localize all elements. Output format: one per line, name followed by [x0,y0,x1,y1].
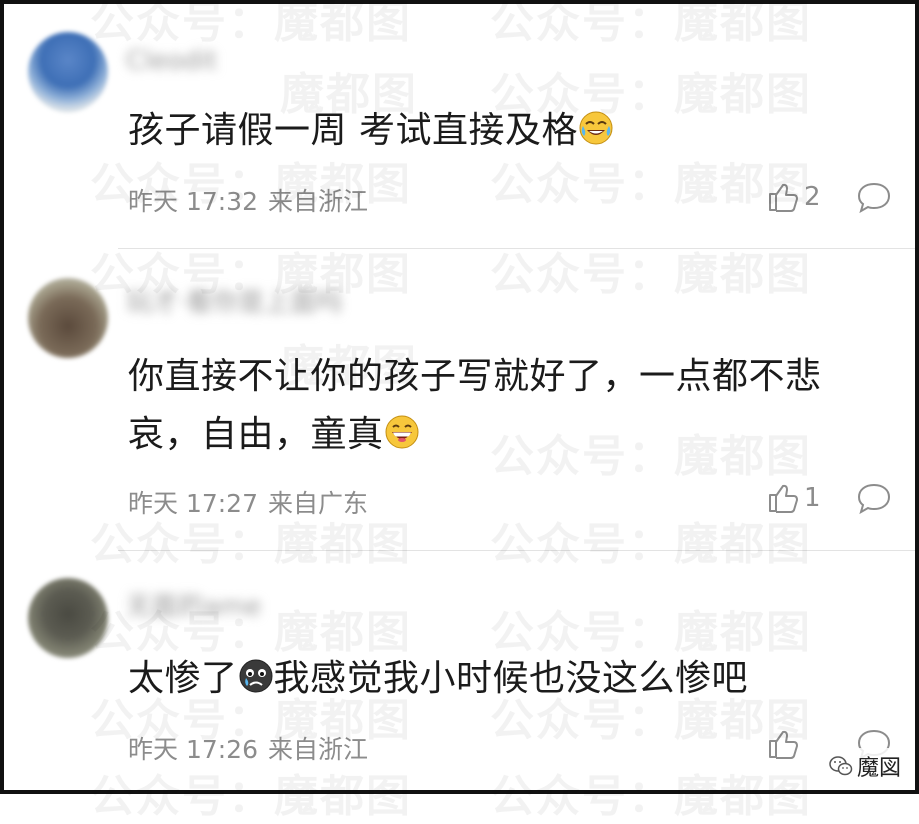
comment-text-line-2: 哀，自由，童真 [128,406,822,468]
comment-text-line-2-body: 哀，自由，童真 [128,414,384,455]
grin-emoji [384,410,420,468]
laugh-cry-emoji [578,106,614,164]
avatar[interactable] [28,278,108,358]
username[interactable]: Cleodit [126,42,217,80]
comment-text-body: 孩子请假一周 考试直接及格 [128,110,578,151]
like-button[interactable]: 1 [766,481,821,515]
username[interactable]: 无面的ame [126,588,261,626]
thumb-up-icon [769,183,798,212]
speech-bubble-icon [857,483,891,515]
reply-button[interactable] [856,481,892,519]
like-count: 1 [804,483,821,513]
comment-text-line: 你直接不让你的孩子写就好了，一点都不悲 [128,356,822,397]
comment-text: 你直接不让你的孩子写就好了，一点都不悲 哀，自由，童真 [128,348,822,468]
comment-time: 昨天 17:26 [128,735,258,764]
comment-meta: 昨天 17:27 来自广东 [128,484,368,520]
comment-time: 昨天 17:32 [128,187,258,216]
like-button[interactable]: 2 [766,180,821,214]
comment-text: 孩子请假一周 考试直接及格 [128,102,614,164]
like-count: 2 [804,182,821,212]
wechat-icon [829,756,853,776]
comment-text-part: 太惨了 [128,658,238,699]
comment-location: 来自浙江 [268,187,369,216]
like-button[interactable] [766,727,800,761]
comment-text-part: 我感觉我小时候也没这么惨吧 [273,658,749,699]
divider [118,248,915,249]
divider [118,550,915,551]
corner-logo: 魔図 [824,748,905,784]
comment-location: 来自浙江 [268,735,369,764]
comment-meta: 昨天 17:26 来自浙江 [128,730,368,766]
username[interactable]: 玩才·看你是上面吗 [126,284,342,322]
comment-text: 太惨了 我感觉我小时候也没这么惨吧 [128,650,748,712]
avatar[interactable] [28,578,108,658]
sad-face-emoji [238,654,274,712]
thumb-up-icon [769,484,798,513]
comment-time: 昨天 17:27 [128,489,258,518]
speech-bubble-icon [857,182,891,214]
thumb-up-icon [769,730,798,759]
corner-logo-text: 魔図 [856,756,901,781]
reply-button[interactable] [856,180,892,218]
avatar[interactable] [28,32,108,112]
comment-meta: 昨天 17:32 来自浙江 [128,182,368,218]
comment-location: 来自广东 [268,489,369,518]
